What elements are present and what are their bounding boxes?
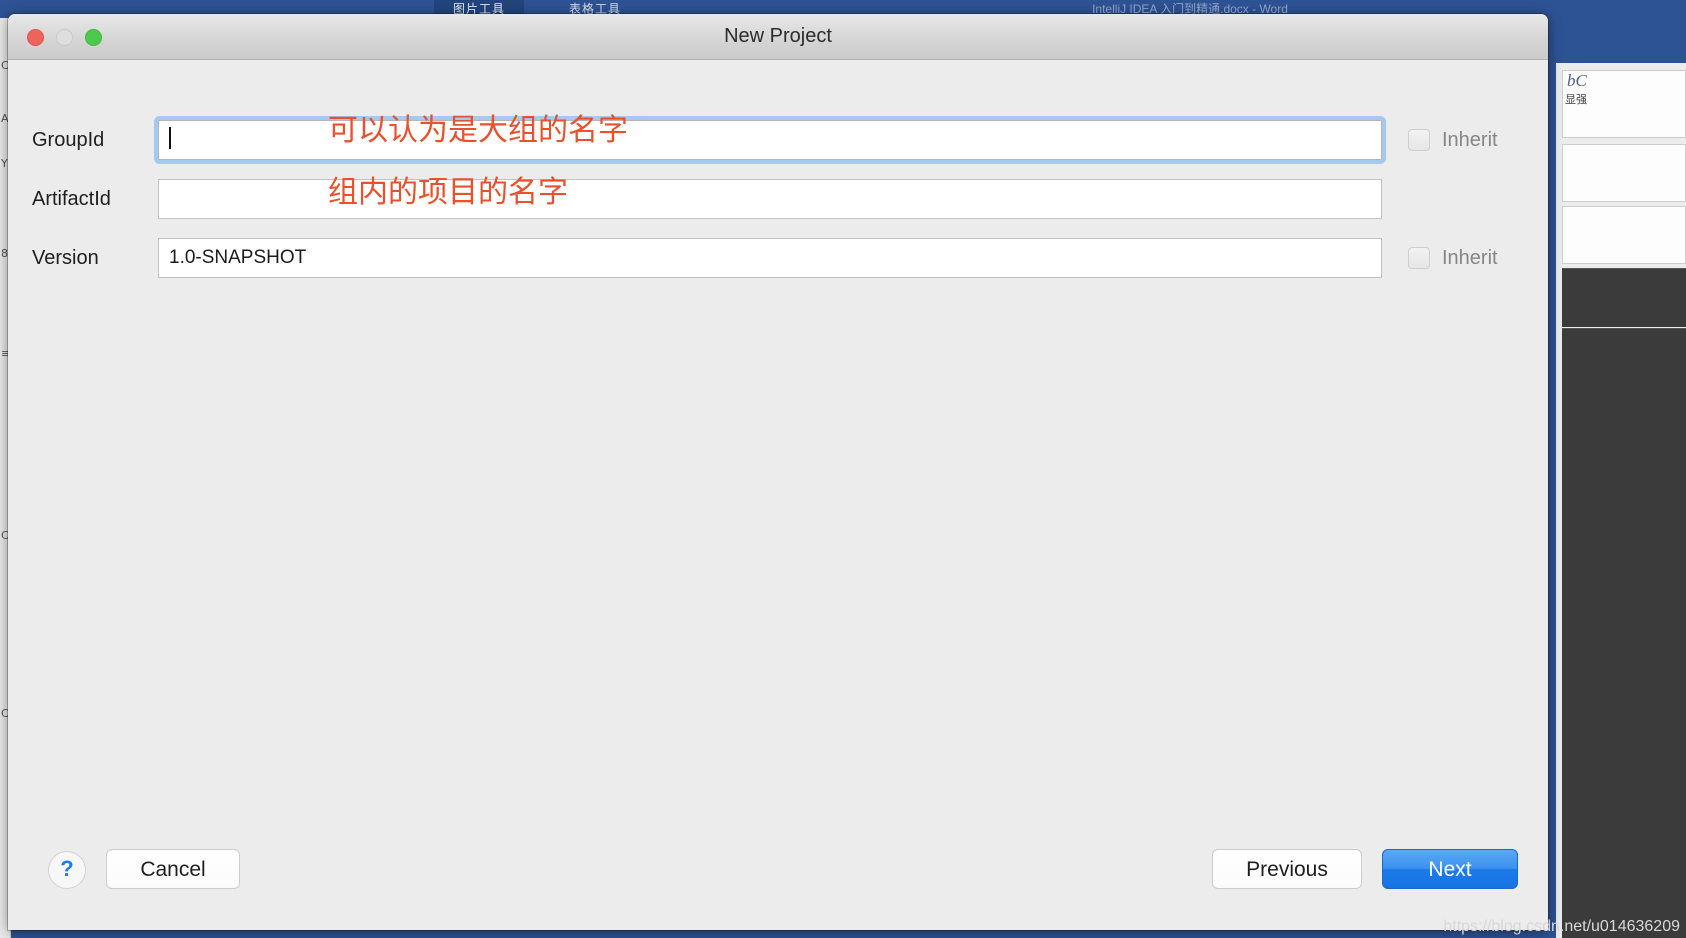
form-row-artifactid: ArtifactId [8, 179, 1548, 219]
annotation-groupid: 可以认为是大组的名字 [328, 113, 628, 148]
form-row-groupid: GroupId Inherit [8, 120, 1548, 160]
word-right-ribbon-fill [1556, 18, 1686, 63]
version-field-wrapper[interactable]: 1.0-SNAPSHOT [158, 238, 1382, 278]
previous-button[interactable]: Previous [1212, 849, 1362, 889]
form-row-version: Version 1.0-SNAPSHOT Inherit [8, 238, 1548, 278]
label-groupid: GroupId [32, 129, 105, 151]
word-edge-glyph: Y [1, 157, 8, 170]
groupid-inherit-label: Inherit [1442, 128, 1498, 151]
word-edge-glyph: 8 [1, 247, 8, 260]
groupid-inherit-checkbox[interactable] [1408, 129, 1430, 151]
help-button[interactable]: ? [48, 851, 86, 889]
version-inherit-checkbox[interactable] [1408, 247, 1430, 269]
version-inherit-label: Inherit [1442, 246, 1498, 269]
label-artifactid: ArtifactId [32, 188, 111, 210]
cancel-button[interactable]: Cancel [106, 849, 240, 889]
word-style-name: 显强 [1565, 94, 1587, 106]
word-style-gallery-item[interactable] [1562, 144, 1686, 202]
dialog-title: New Project [724, 25, 832, 47]
watermark-text: https://blog.csdn.net/u014636209 [1443, 918, 1680, 935]
word-style-gallery-item[interactable] [1562, 206, 1686, 264]
word-style-sample: bC [1567, 71, 1587, 90]
next-button[interactable]: Next [1382, 849, 1518, 889]
annotation-artifactid: 组内的项目的名字 [328, 175, 568, 210]
word-style-gallery-item[interactable]: bC 显强 [1562, 70, 1686, 138]
version-input[interactable]: 1.0-SNAPSHOT [158, 238, 1382, 278]
word-dark-panel [1562, 328, 1686, 938]
dialog-titlebar[interactable]: New Project [8, 14, 1548, 60]
word-right-panel: bC 显强 [1556, 18, 1686, 938]
version-inherit-group[interactable]: Inherit [1408, 238, 1498, 278]
label-version: Version [32, 247, 99, 269]
text-caret [169, 127, 171, 149]
new-project-dialog: New Project GroupId Inherit ArtifactId V… [8, 14, 1548, 930]
groupid-inherit-group[interactable]: Inherit [1408, 120, 1498, 160]
dialog-body: GroupId Inherit ArtifactId Version 1.0-S… [8, 60, 1548, 930]
word-dark-panel [1562, 268, 1686, 327]
